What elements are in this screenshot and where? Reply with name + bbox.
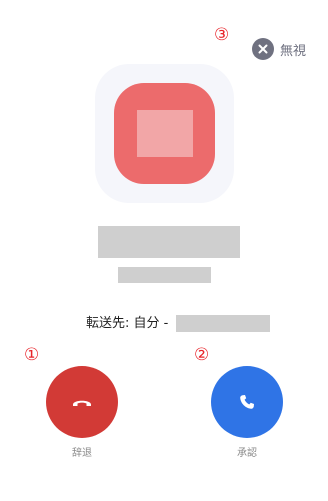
- accept-button[interactable]: [211, 366, 283, 438]
- phone-icon: [240, 395, 254, 409]
- decline-label: 辞退: [72, 448, 92, 459]
- dismiss-label: 無視: [280, 43, 307, 59]
- phone-hangup-icon: [73, 400, 91, 406]
- decline-button[interactable]: [46, 366, 118, 438]
- app-icon-glyph: [137, 110, 193, 157]
- forwarding-target-redacted: [176, 315, 270, 332]
- close-icon: [252, 38, 274, 60]
- annotation-marker-2: ②: [194, 345, 210, 365]
- caller-name-redacted: [98, 226, 240, 258]
- dismiss-button[interactable]: 無視: [252, 37, 306, 61]
- forwarding-label: 転送先: 自分 -: [86, 316, 169, 331]
- caller-detail-redacted: [118, 267, 211, 283]
- annotation-marker-3: ③: [214, 25, 230, 45]
- annotation-marker-1: ①: [24, 345, 40, 365]
- accept-label: 承認: [237, 448, 257, 459]
